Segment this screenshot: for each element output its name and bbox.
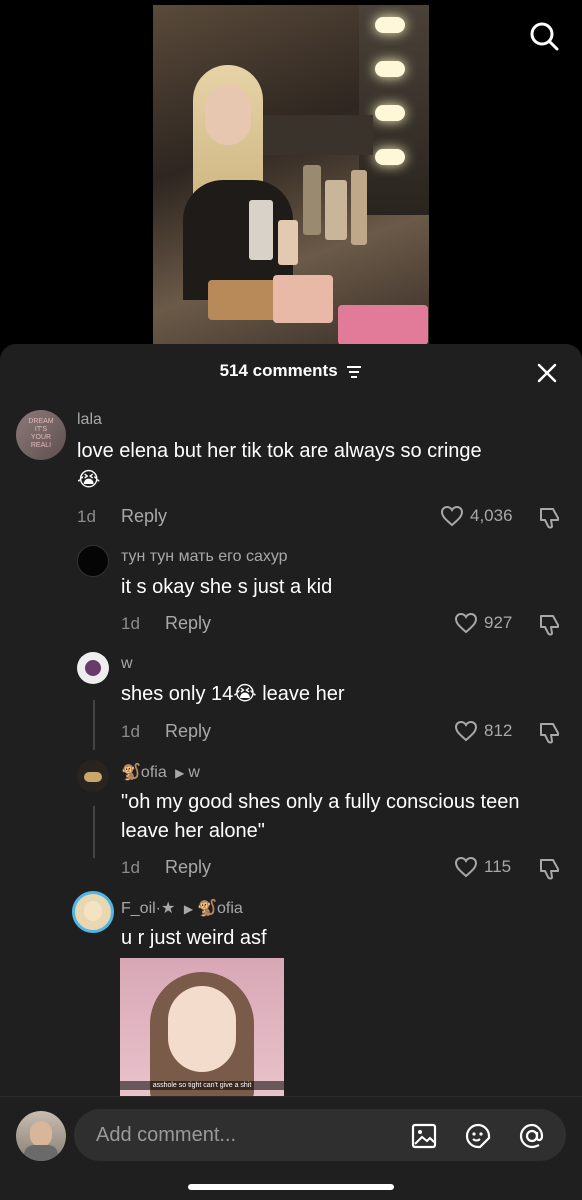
comment-age: 1d xyxy=(121,614,140,633)
dislike-icon[interactable] xyxy=(537,613,561,637)
image-icon[interactable] xyxy=(410,1122,438,1150)
person-face xyxy=(205,85,251,145)
monkey-emoji: 🐒 xyxy=(121,764,141,781)
comment-input[interactable] xyxy=(96,1109,396,1161)
mirror-bulb xyxy=(375,149,405,165)
bottle xyxy=(303,165,321,235)
avatar[interactable]: DREAM IT'S YOUR REALI xyxy=(16,410,66,460)
video-player[interactable] xyxy=(153,5,429,345)
comment-text-content: love elena but her tik tok are always so… xyxy=(77,440,482,462)
mirror-bulb xyxy=(375,105,405,121)
my-avatar[interactable] xyxy=(16,1111,66,1161)
like-button[interactable]: 115 xyxy=(454,856,511,878)
comments-header: 514 comments xyxy=(0,344,582,400)
like-count: 927 xyxy=(484,613,513,632)
comment-image[interactable]: asshole so tight can't give a shit xyxy=(120,958,284,1098)
cosmetics-shelf xyxy=(263,115,373,155)
palette xyxy=(273,275,333,323)
username-text: F_oil·★ xyxy=(121,900,176,917)
comment-text: u r just weird asf xyxy=(121,927,267,949)
reply-button[interactable]: Reply xyxy=(165,857,211,878)
mirror-bulb xyxy=(375,61,405,77)
comment-username[interactable]: F_oil·★ ▶ 🐒ofia xyxy=(121,898,243,918)
reply-button[interactable]: Reply xyxy=(121,506,167,527)
thread-line xyxy=(93,806,95,858)
image-face xyxy=(168,986,236,1072)
reply-button[interactable]: Reply xyxy=(165,721,211,742)
comment-age: 1d xyxy=(77,507,96,526)
dislike-icon[interactable] xyxy=(537,506,561,530)
like-count: 115 xyxy=(484,857,512,876)
bottle xyxy=(325,180,347,240)
palette xyxy=(208,280,278,320)
comment-username[interactable]: w xyxy=(121,655,133,673)
reply-to-username: w xyxy=(188,764,200,781)
crying-emoji: 😭 xyxy=(233,683,257,706)
comment-text-part: shes only 14 xyxy=(121,683,234,705)
heart-icon xyxy=(454,856,478,878)
comment-age: 1d xyxy=(121,858,140,877)
comment-count: 514 comments xyxy=(0,361,582,381)
reply-arrow-icon: ▶ xyxy=(183,902,194,916)
comment-username[interactable]: lala xyxy=(77,411,102,429)
avatar[interactable] xyxy=(77,760,109,792)
filter-icon[interactable] xyxy=(346,365,362,379)
dislike-icon[interactable] xyxy=(537,721,561,745)
reply-arrow-icon: ▶ xyxy=(175,766,185,780)
bottle xyxy=(249,200,273,260)
dislike-icon[interactable] xyxy=(537,857,561,881)
comment-age: 1d xyxy=(121,722,140,741)
comment-username[interactable]: тун тун мать его сахур xyxy=(121,548,288,566)
reply-to-username: ofia xyxy=(216,900,243,917)
like-button[interactable]: 927 xyxy=(454,612,512,634)
thread-line xyxy=(93,700,95,750)
reply-button[interactable]: Reply xyxy=(165,613,211,634)
username-text: ofia xyxy=(140,764,167,781)
sticker-icon[interactable] xyxy=(464,1122,492,1150)
avatar[interactable] xyxy=(72,891,114,933)
like-count: 4,036 xyxy=(470,506,513,525)
home-indicator[interactable] xyxy=(188,1184,394,1190)
like-button[interactable]: 812 xyxy=(454,720,512,742)
comment-count-label: 514 comments xyxy=(219,361,338,380)
bottle xyxy=(351,170,367,245)
comment-text-part: leave her xyxy=(256,683,345,705)
like-count: 812 xyxy=(484,721,513,740)
search-icon[interactable] xyxy=(528,20,560,52)
bottle xyxy=(278,220,298,265)
comment-text: shes only 14😭 leave her xyxy=(121,680,561,709)
close-icon[interactable] xyxy=(536,362,558,384)
comment-text: "oh my good shes only a fully conscious … xyxy=(121,791,520,842)
like-button[interactable]: 4,036 xyxy=(440,505,513,527)
image-caption: asshole so tight can't give a shit xyxy=(120,1081,284,1090)
palette xyxy=(338,305,428,345)
heart-icon xyxy=(454,612,478,634)
heart-icon xyxy=(440,505,464,527)
avatar[interactable] xyxy=(77,545,109,577)
mirror-bulb xyxy=(375,17,405,33)
monkey-emoji: 🐒 xyxy=(197,900,217,917)
avatar[interactable] xyxy=(77,652,109,684)
comment-text: love elena but her tik tok are always so… xyxy=(77,437,557,495)
comment-text: it s okay she s just a kid xyxy=(121,576,333,598)
crying-emoji: 😭 xyxy=(77,469,101,492)
comment-username[interactable]: 🐒ofia ▶ w xyxy=(121,762,200,782)
comment-input-box[interactable] xyxy=(74,1109,566,1161)
mention-icon[interactable] xyxy=(518,1122,546,1150)
heart-icon xyxy=(454,720,478,742)
